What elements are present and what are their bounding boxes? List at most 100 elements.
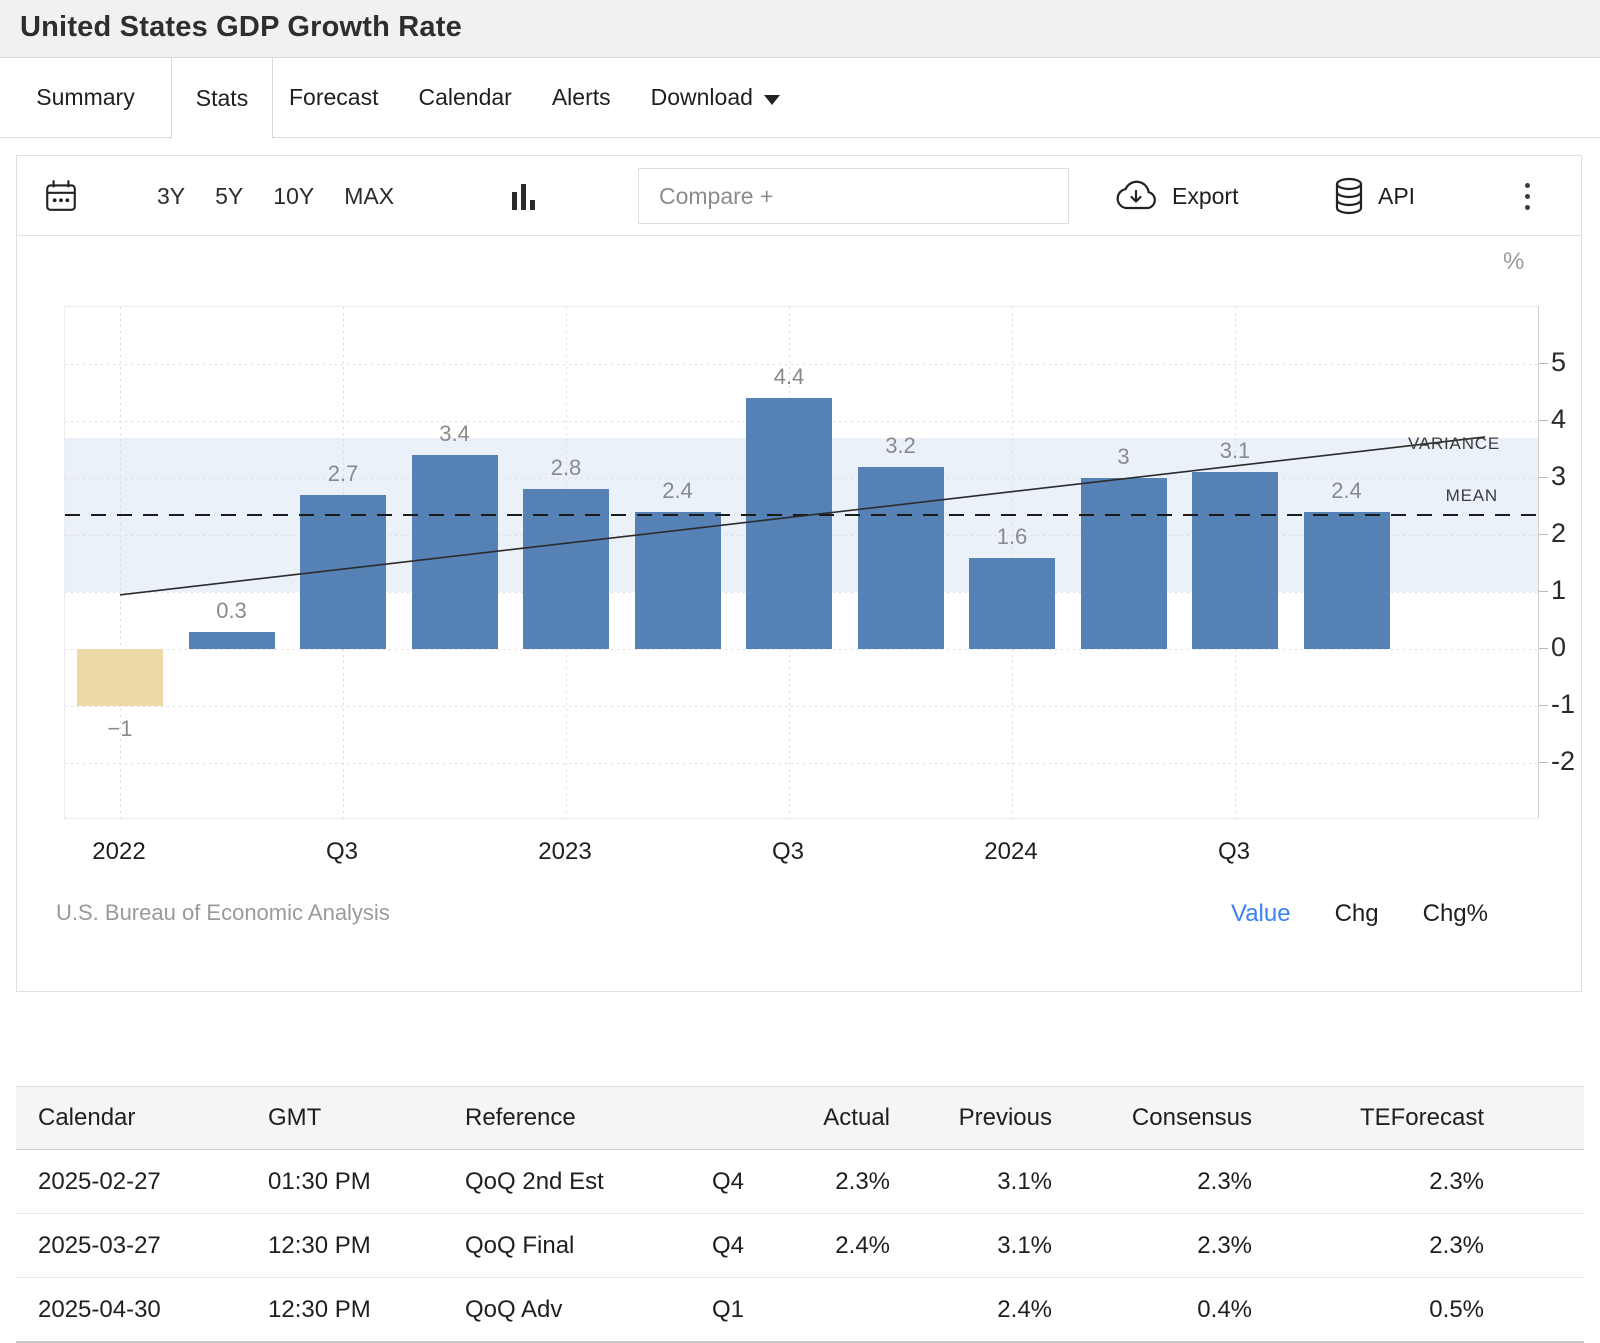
bar[interactable] [858, 467, 944, 649]
tab-forecast[interactable]: Forecast [289, 84, 378, 111]
bar[interactable] [300, 495, 386, 649]
bar[interactable] [1081, 478, 1167, 649]
cell-actual [740, 1278, 890, 1341]
chart-type-icon[interactable] [511, 180, 537, 212]
bar-value-label: 4.4 [744, 364, 834, 390]
bar-value-label: 3.1 [1190, 438, 1280, 464]
range-max[interactable]: MAX [344, 183, 394, 210]
bar-value-label: 3.2 [856, 433, 946, 459]
calendar-table: Calendar GMT Reference Actual Previous C… [16, 1086, 1584, 1343]
compare-input[interactable] [638, 168, 1069, 224]
bar[interactable] [1192, 472, 1278, 649]
bar[interactable] [77, 649, 163, 706]
tab-stats-label: Stats [196, 85, 248, 112]
x-axis-label: 2023 [505, 838, 625, 866]
page-title: United States GDP Growth Rate [0, 0, 1600, 44]
table-row: 2025-03-27 12:30 PM QoQ Final Q4 2.4% 3.… [16, 1214, 1584, 1278]
table-row: 2025-02-27 01:30 PM QoQ 2nd Est Q4 2.3% … [16, 1150, 1584, 1214]
tab-summary-label: Summary [36, 84, 134, 111]
y-axis-tick-label: 2 [1551, 518, 1600, 549]
bar[interactable] [189, 632, 275, 649]
y-axis-tick-label: 4 [1551, 404, 1600, 435]
table-row: 2025-04-30 12:30 PM QoQ Adv Q1 2.4% 0.4%… [16, 1278, 1584, 1343]
col-calendar: Calendar [38, 1087, 135, 1149]
gridline-horizontal [65, 649, 1538, 650]
y-axis-tick-label: -2 [1551, 746, 1600, 777]
range-5y[interactable]: 5Y [215, 183, 243, 210]
date-range-calendar-icon[interactable] [43, 178, 79, 214]
bar[interactable] [635, 512, 721, 649]
y-axis-tick [1539, 477, 1548, 478]
kebab-menu-icon[interactable] [1517, 156, 1537, 236]
col-consensus: Consensus [1102, 1087, 1252, 1149]
y-axis-tick [1539, 762, 1548, 763]
cell-previous: 2.4% [902, 1278, 1052, 1341]
cell-teforecast: 0.5% [1318, 1278, 1484, 1341]
tab-summary[interactable]: Summary [0, 58, 172, 138]
cell-actual: 2.3% [740, 1150, 890, 1213]
range-10y[interactable]: 10Y [273, 183, 314, 210]
cell-teforecast: 2.3% [1318, 1150, 1484, 1213]
cell-teforecast: 2.3% [1318, 1214, 1484, 1277]
tab-bar: Summary Stats Forecast Calendar Alerts D… [0, 57, 1600, 138]
chart-card: 3Y 5Y 10Y MAX Export [16, 155, 1582, 992]
variance-label: VARIANCE [1408, 434, 1500, 454]
mode-chg-pct[interactable]: Chg% [1423, 900, 1488, 928]
col-gmt: GMT [268, 1087, 321, 1149]
table-header-row: Calendar GMT Reference Actual Previous C… [16, 1086, 1584, 1150]
bar-value-label: 3.4 [410, 421, 500, 447]
chart-plot-area: −10.32.73.42.82.44.43.21.633.12.4VARIANC… [64, 306, 1539, 819]
range-selector: 3Y 5Y 10Y MAX [157, 156, 394, 236]
cell-date: 2025-03-27 [38, 1214, 161, 1277]
tab-stats[interactable]: Stats [172, 58, 273, 138]
bar[interactable] [412, 455, 498, 649]
range-3y[interactable]: 3Y [157, 183, 185, 210]
cloud-download-icon [1113, 179, 1159, 213]
gridline-horizontal [65, 706, 1538, 707]
bar-value-label: 0.3 [187, 598, 277, 624]
cell-date: 2025-02-27 [38, 1150, 161, 1213]
tab-download[interactable]: Download [651, 84, 780, 111]
mode-chg[interactable]: Chg [1335, 900, 1379, 928]
y-axis-tick [1539, 420, 1548, 421]
bar[interactable] [969, 558, 1055, 649]
y-axis-tick [1539, 534, 1548, 535]
mean-label: MEAN [1446, 486, 1498, 506]
cell-actual: 2.4% [740, 1214, 890, 1277]
bar-value-label: 3 [1079, 444, 1169, 470]
y-axis-tick-label: -1 [1551, 689, 1600, 720]
x-axis-label: Q3 [282, 838, 402, 866]
col-previous: Previous [902, 1087, 1052, 1149]
bar-value-label: 2.7 [298, 461, 388, 487]
bar-value-label: 2.4 [633, 478, 723, 504]
api-button[interactable]: API [1333, 156, 1415, 236]
col-actual: Actual [740, 1087, 890, 1149]
y-axis-tick-label: 3 [1551, 461, 1600, 492]
cell-reference: QoQ Final [465, 1214, 574, 1277]
cell-reference: QoQ 2nd Est [465, 1150, 604, 1213]
col-reference: Reference [465, 1087, 576, 1149]
cell-previous: 3.1% [902, 1214, 1052, 1277]
cell-previous: 3.1% [902, 1150, 1052, 1213]
y-axis-tick [1539, 648, 1548, 649]
cell-consensus: 2.3% [1102, 1214, 1252, 1277]
bar[interactable] [746, 398, 832, 649]
cell-consensus: 2.3% [1102, 1150, 1252, 1213]
col-teforecast: TEForecast [1318, 1087, 1484, 1149]
export-button[interactable]: Export [1113, 156, 1238, 236]
mode-value[interactable]: Value [1231, 900, 1291, 928]
gridline-horizontal [65, 763, 1538, 764]
y-axis-tick-label: 1 [1551, 575, 1600, 606]
y-axis-tick [1539, 591, 1548, 592]
tab-calendar[interactable]: Calendar [418, 84, 511, 111]
x-axis-label: 2024 [951, 838, 1071, 866]
api-label: API [1378, 183, 1415, 210]
cell-reference: QoQ Adv [465, 1278, 562, 1341]
bar[interactable] [1304, 512, 1390, 649]
export-label: Export [1172, 183, 1238, 210]
cell-gmt: 01:30 PM [268, 1150, 371, 1213]
database-icon [1333, 177, 1365, 215]
x-axis-label: Q3 [728, 838, 848, 866]
cell-gmt: 12:30 PM [268, 1214, 371, 1277]
tab-alerts[interactable]: Alerts [552, 84, 611, 111]
